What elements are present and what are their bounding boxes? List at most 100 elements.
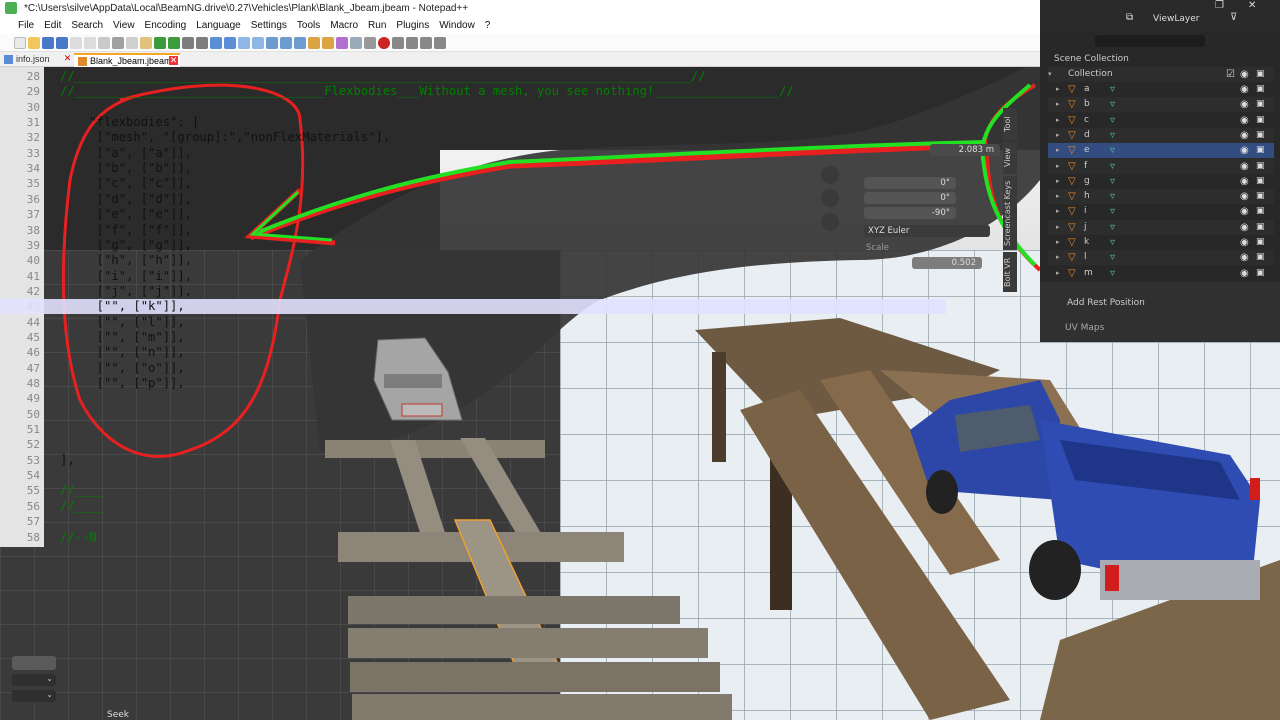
camera-icon[interactable]: ▣ (1256, 67, 1265, 82)
expand-icon[interactable]: ▸ (1056, 266, 1060, 281)
mesh-data-icon[interactable]: ▿ (1110, 174, 1115, 189)
expand-icon[interactable]: ▸ (1056, 235, 1060, 250)
menu-encoding[interactable]: Encoding (141, 18, 193, 34)
indent-guide-icon[interactable] (294, 36, 306, 49)
menu-window[interactable]: Window (435, 18, 481, 34)
camera-icon[interactable]: ▣ (1256, 113, 1265, 128)
code-line[interactable]: ["", ["l"]], (0, 315, 946, 330)
mesh-data-icon[interactable]: ▿ (1110, 113, 1115, 128)
code-line[interactable]: ["c", ["c"]], (0, 176, 946, 191)
code-line[interactable] (0, 422, 946, 437)
tab-blank-jbeam[interactable]: Blank_Jbeam.jbeam ✕ (74, 53, 180, 67)
camera-icon[interactable]: ▣ (1256, 143, 1265, 158)
code-line[interactable]: ["j", ["j"]], (0, 284, 946, 299)
menu-run[interactable]: Run (364, 18, 392, 34)
camera-icon[interactable]: ▣ (1256, 82, 1265, 97)
mesh-data-icon[interactable]: ▿ (1110, 235, 1115, 250)
close-all-icon[interactable] (84, 36, 96, 49)
mesh-data-icon[interactable]: ▿ (1110, 204, 1115, 219)
code-line[interactable]: //__________________________________Flex… (0, 84, 946, 99)
filter-icon[interactable]: ⊽ (1230, 12, 1237, 23)
code-line[interactable] (0, 407, 946, 422)
code-line[interactable]: ["g", ["g"]], (0, 238, 946, 253)
close-tab-icon[interactable]: ✕ (169, 56, 178, 65)
camera-icon[interactable]: ▣ (1256, 204, 1265, 219)
mesh-data-icon[interactable]: ▿ (1110, 250, 1115, 265)
word-wrap-icon[interactable] (266, 36, 278, 49)
eye-icon[interactable]: ◉ (1240, 266, 1249, 281)
expand-icon[interactable]: ▸ (1056, 174, 1060, 189)
code-line[interactable]: //--N (0, 530, 946, 545)
rotation-z-field[interactable]: -90° (864, 207, 956, 219)
save-icon[interactable] (42, 36, 54, 49)
menu-language[interactable]: Language (192, 18, 247, 34)
mesh-data-icon[interactable]: ▿ (1110, 266, 1115, 281)
checkbox-icon[interactable]: ☑ (1226, 67, 1235, 82)
add-rest-position-button[interactable]: Add Rest Position (1067, 298, 1145, 308)
code-line[interactable]: ["b", ["b"]], (0, 161, 946, 176)
save-all-icon[interactable] (56, 36, 68, 49)
npanel-tab-bolt-vr[interactable]: Bolt VR (1003, 252, 1017, 292)
eye-icon[interactable]: ◉ (1240, 97, 1249, 112)
code-line[interactable] (0, 468, 946, 483)
dropdown-2[interactable]: ⌄ (12, 690, 56, 702)
code-line[interactable]: ["", ["p"]], (0, 376, 946, 391)
mesh-data-icon[interactable]: ▿ (1110, 143, 1115, 158)
close-file-icon[interactable] (70, 36, 82, 49)
npanel-tab-view[interactable]: View (1003, 142, 1017, 174)
outliner-search-input[interactable] (1095, 35, 1205, 47)
code-line[interactable]: ], (0, 453, 946, 468)
expand-icon[interactable]: ▸ (1056, 204, 1060, 219)
expand-icon[interactable]: ▸ (1056, 159, 1060, 174)
eye-icon[interactable]: ◉ (1240, 189, 1249, 204)
expand-icon[interactable]: ▸ (1056, 97, 1060, 112)
eye-icon[interactable]: ◉ (1240, 128, 1249, 143)
camera-icon[interactable]: ▣ (1256, 97, 1265, 112)
expand-icon[interactable]: ▸ (1056, 220, 1060, 235)
timeline-field[interactable] (12, 656, 56, 670)
editor-text-area[interactable]: //______________________________________… (0, 67, 946, 547)
outliner-object-k[interactable]: ▸ ▽ k ▿ ◉ ▣ (1048, 235, 1274, 250)
code-line[interactable] (0, 437, 946, 452)
redo-icon[interactable] (168, 36, 180, 49)
camera-icon[interactable]: ▣ (1256, 189, 1265, 204)
zoom-out-icon[interactable] (224, 36, 236, 49)
code-line[interactable]: ["", ["m"]], (0, 330, 946, 345)
code-editor[interactable]: 2829303132333435363738394041424344454647… (0, 67, 946, 547)
code-line[interactable]: ["", ["o"]], (0, 361, 946, 376)
outliner-collection[interactable]: ▾ Collection ☑ ◉ ▣ (1048, 67, 1274, 82)
code-line[interactable]: ["h", ["h"]], (0, 253, 946, 268)
code-line[interactable]: ["d", ["d"]], (0, 192, 946, 207)
function-list-icon[interactable] (336, 36, 348, 49)
mesh-data-icon[interactable]: ▿ (1110, 189, 1115, 204)
sync-v-icon[interactable] (238, 36, 250, 49)
folder-workspace-icon[interactable] (350, 36, 362, 49)
code-line[interactable]: "flexbodies": [ (0, 115, 946, 130)
replace-icon[interactable] (196, 36, 208, 49)
eye-icon[interactable]: ◉ (1240, 159, 1249, 174)
code-line[interactable]: ["", ["k"]], (0, 299, 946, 315)
mesh-data-icon[interactable]: ▿ (1110, 159, 1115, 174)
rotation-mode-select[interactable]: XYZ Euler (864, 225, 990, 237)
outliner-object-c[interactable]: ▸ ▽ c ▿ ◉ ▣ (1048, 113, 1274, 128)
eye-icon[interactable]: ◉ (1240, 67, 1249, 82)
eye-icon[interactable]: ◉ (1240, 143, 1249, 158)
code-line[interactable]: ["f", ["f"]], (0, 223, 946, 238)
mesh-data-icon[interactable]: ▿ (1110, 220, 1115, 235)
code-line[interactable]: //____ (0, 483, 946, 498)
expand-icon[interactable]: ▸ (1056, 113, 1060, 128)
outliner-object-d[interactable]: ▸ ▽ d ▿ ◉ ▣ (1048, 127, 1274, 143)
outliner-object-f[interactable]: ▸ ▽ f ▿ ◉ ▣ (1048, 158, 1274, 174)
maximize-icon[interactable]: ❐ (1215, 0, 1224, 11)
code-line[interactable] (0, 514, 946, 529)
eye-icon[interactable]: ◉ (1240, 82, 1249, 97)
menu-macro[interactable]: Macro (326, 18, 364, 34)
npanel-tab-tool[interactable]: Tool (1003, 108, 1017, 140)
code-line[interactable]: ["a", ["a"]], (0, 146, 946, 161)
camera-icon[interactable]: ▣ (1256, 235, 1265, 250)
expand-icon[interactable]: ▸ (1056, 82, 1060, 97)
camera-icon[interactable]: ▣ (1256, 159, 1265, 174)
outliner-scene-collection[interactable]: Scene Collection (1048, 52, 1274, 67)
paste-icon[interactable] (140, 36, 152, 49)
camera-icon[interactable]: ▣ (1256, 220, 1265, 235)
